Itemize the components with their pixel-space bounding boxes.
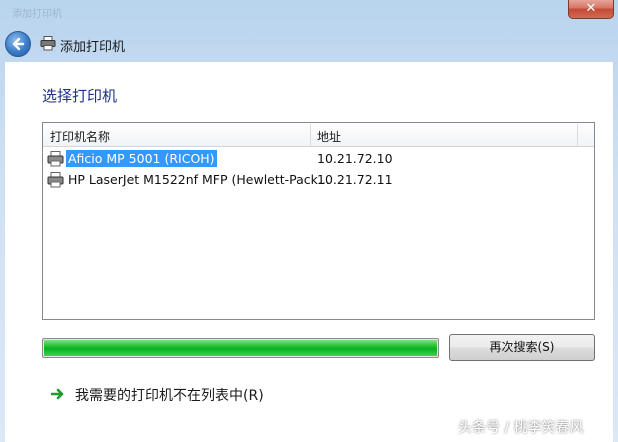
column-divider[interactable] (310, 124, 311, 146)
page-heading: 选择打印机 (42, 87, 118, 105)
nav-title: 添加打印机 (60, 40, 126, 55)
progress-fill (44, 340, 437, 356)
column-header-address[interactable]: 地址 (317, 128, 341, 145)
watermark: 头条号 / 桃李笑春风 (458, 420, 584, 436)
printer-row[interactable]: Aficio MP 5001 (RICOH) 10.21.72.10 (46, 149, 586, 169)
printer-address: 10.21.72.10 (317, 151, 393, 166)
search-again-button[interactable]: 再次搜索(S) (449, 334, 595, 361)
printer-address: 10.21.72.11 (317, 172, 393, 187)
printer-not-listed-link[interactable]: 我需要的打印机不在列表中(R) (75, 385, 264, 405)
printer-row[interactable]: HP LaserJet M1522nf MFP (Hewlett-Pack...… (46, 170, 586, 190)
title-bar: 添加打印机 (0, 0, 618, 28)
window-title: 添加打印机 (12, 9, 62, 20)
green-arrow-icon (51, 388, 64, 400)
printer-name: HP LaserJet M1522nf MFP (Hewlett-Pack... (68, 172, 330, 187)
back-arrow-icon (12, 37, 25, 51)
close-button[interactable]: ✕ (568, 0, 614, 19)
column-header-name[interactable]: 打印机名称 (50, 128, 110, 145)
printer-icon (40, 36, 56, 51)
column-divider[interactable] (577, 124, 578, 146)
printer-name: Aficio MP 5001 (RICOH) (66, 150, 217, 167)
search-progress-bar (42, 338, 439, 358)
printer-icon (47, 151, 64, 167)
back-button[interactable] (5, 31, 31, 57)
printer-icon (47, 172, 64, 188)
